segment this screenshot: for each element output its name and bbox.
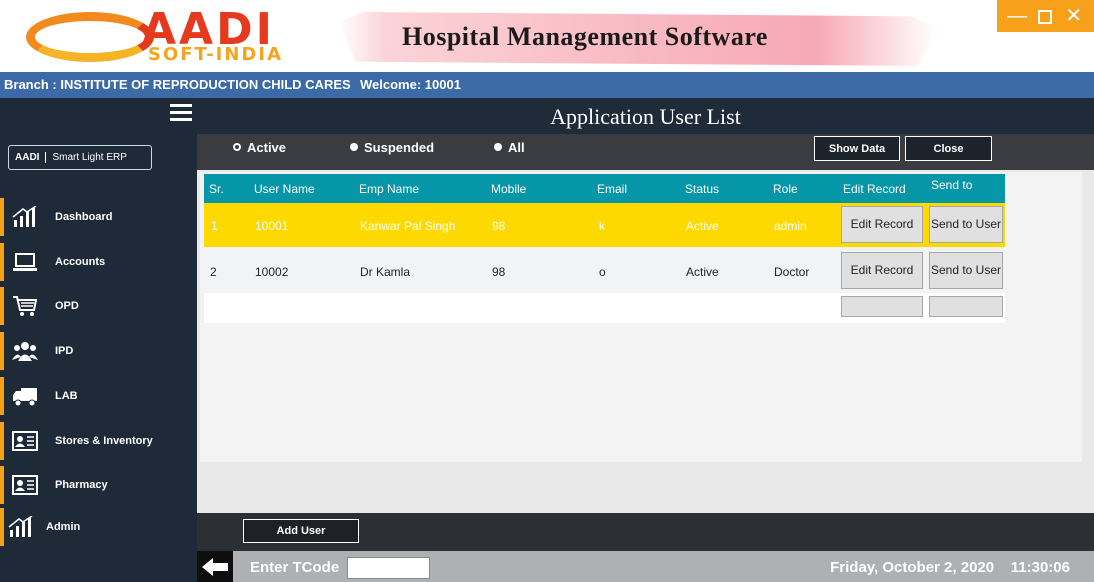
filter-suspended-radio[interactable]: Suspended: [350, 140, 434, 155]
edit-record-button[interactable]: Edit Record: [841, 206, 923, 243]
sidebar-item-admin[interactable]: Admin: [0, 508, 197, 546]
content-area: Sr. User Name Emp Name Mobile Email Stat…: [197, 170, 1094, 513]
id-card-icon: [12, 475, 38, 495]
column-header: Emp Name: [359, 182, 420, 196]
page-title-bar: Application User List: [197, 98, 1094, 134]
send-to-user-button[interactable]: Send to User: [929, 206, 1003, 243]
column-header: Status: [685, 182, 720, 196]
sidebar-item-lab[interactable]: LAB: [0, 377, 197, 415]
logo-subtitle: SOFT-INDIA: [148, 44, 283, 65]
column-header: Role: [773, 182, 798, 196]
sidebar-item-pharmacy[interactable]: Pharmacy: [0, 466, 197, 504]
cell-mobile: 98: [492, 219, 506, 233]
bar-chart-icon: [8, 516, 33, 537]
menu-icon[interactable]: [170, 104, 192, 122]
laptop-icon: [13, 253, 37, 271]
tcode-label: Enter TCode: [250, 559, 340, 576]
cell-sr: 1: [211, 219, 218, 233]
cell-status: Active: [686, 265, 719, 279]
sidebar: AADI Smart Light ERP Dashboard Accounts …: [0, 98, 197, 582]
bar-chart-icon: [12, 206, 37, 227]
add-user-button[interactable]: Add User: [243, 519, 359, 543]
column-header: Edit Record: [843, 182, 906, 196]
show-data-button[interactable]: Show Data: [814, 136, 900, 161]
welcome-label: Welcome: 10001: [360, 77, 461, 92]
tcode-input[interactable]: [347, 557, 430, 579]
sidebar-item-stores-inventory[interactable]: Stores & Inventory: [0, 422, 197, 460]
table-row[interactable]: 1 10001 Kanwar Pal Singh 98 k Active adm…: [204, 203, 1005, 247]
sidebar-item-label: Admin: [46, 521, 81, 533]
company-logo: AADI SOFT-INDIA: [22, 4, 324, 66]
column-header: Mobile: [491, 182, 527, 196]
minimize-icon[interactable]: —: [1005, 1, 1029, 31]
sidebar-item-label: Dashboard: [55, 211, 113, 223]
close-icon[interactable]: ✕: [1062, 1, 1086, 31]
filter-bar: Active Suspended All Show Data Close: [197, 134, 1094, 170]
cell-role: admin: [774, 219, 807, 233]
sidebar-item-opd[interactable]: OPD: [0, 287, 197, 325]
cell-emp-name: Dr Kamla: [360, 265, 411, 279]
user-table: Sr. User Name Emp Name Mobile Email Stat…: [200, 172, 1082, 462]
filter-active-radio[interactable]: Active: [233, 140, 286, 155]
people-icon: [12, 342, 38, 361]
sidebar-item-label: LAB: [55, 390, 78, 402]
erp-badge: AADI Smart Light ERP: [8, 145, 152, 170]
datetime-display: Friday, October 2, 2020 11:30:06: [830, 559, 1070, 576]
filter-all-label: All: [508, 140, 525, 155]
filter-suspended-label: Suspended: [364, 140, 435, 155]
cell-user-name: 10001: [255, 219, 289, 233]
cell-user-name: 10002: [255, 265, 289, 279]
erp-badge-logo: AADI: [15, 152, 47, 163]
sidebar-item-accounts[interactable]: Accounts: [0, 243, 197, 281]
cell-sr: 2: [210, 265, 217, 279]
window-controls: — ✕: [997, 0, 1094, 32]
close-button[interactable]: Close: [905, 136, 992, 161]
table-row-new[interactable]: [204, 293, 1005, 323]
sidebar-item-label: Accounts: [55, 256, 106, 268]
id-card-icon: [12, 431, 38, 451]
app-header: AADI SOFT-INDIA Hospital Management Soft…: [0, 0, 1094, 72]
sidebar-item-dashboard[interactable]: Dashboard: [0, 198, 197, 236]
cell-mobile: 98: [492, 265, 506, 279]
filter-active-label: Active: [247, 140, 287, 155]
filter-all-radio[interactable]: All: [494, 140, 525, 155]
cell-email: k: [599, 219, 605, 233]
column-header: Send to: [931, 178, 973, 192]
branch-label: Branch : INSTITUTE OF REPRODUCTION CHILD…: [4, 77, 351, 92]
erp-badge-text: Smart Light ERP: [52, 152, 127, 163]
sidebar-item-ipd[interactable]: IPD: [0, 332, 197, 370]
back-arrow-icon[interactable]: [197, 551, 233, 582]
page-title: Application User List: [550, 104, 741, 129]
sidebar-item-label: Pharmacy: [55, 479, 108, 491]
column-header: Sr.: [209, 182, 224, 196]
edit-record-button[interactable]: Edit Record: [841, 252, 923, 289]
branch-bar: Branch : INSTITUTE OF REPRODUCTION CHILD…: [0, 72, 1094, 98]
cell-emp-name: Kanwar Pal Singh: [360, 219, 456, 233]
send-to-user-button-empty[interactable]: [929, 296, 1003, 317]
cell-email: o: [599, 265, 606, 279]
sidebar-item-label: IPD: [55, 345, 74, 357]
edit-record-button-empty[interactable]: [841, 296, 923, 317]
truck-icon: [13, 388, 37, 407]
table-header: Sr. User Name Emp Name Mobile Email Stat…: [204, 174, 1005, 203]
cell-role: Doctor: [774, 265, 810, 279]
action-bar: Add User: [197, 513, 1094, 551]
maximize-icon[interactable]: [1033, 1, 1057, 31]
table-row[interactable]: 2 10002 Dr Kamla 98 o Active Doctor Edit…: [204, 249, 1005, 293]
sidebar-item-label: Stores & Inventory: [55, 435, 153, 447]
column-header: User Name: [254, 182, 315, 196]
app-title: Hospital Management Software: [402, 22, 768, 51]
status-bar: Enter TCode Friday, October 2, 2020 11:3…: [197, 551, 1094, 582]
cart-icon: [13, 296, 38, 316]
sidebar-item-label: OPD: [55, 300, 79, 312]
cell-status: Active: [686, 219, 719, 233]
column-header: Email: [597, 182, 628, 196]
send-to-user-button[interactable]: Send to User: [929, 252, 1003, 289]
